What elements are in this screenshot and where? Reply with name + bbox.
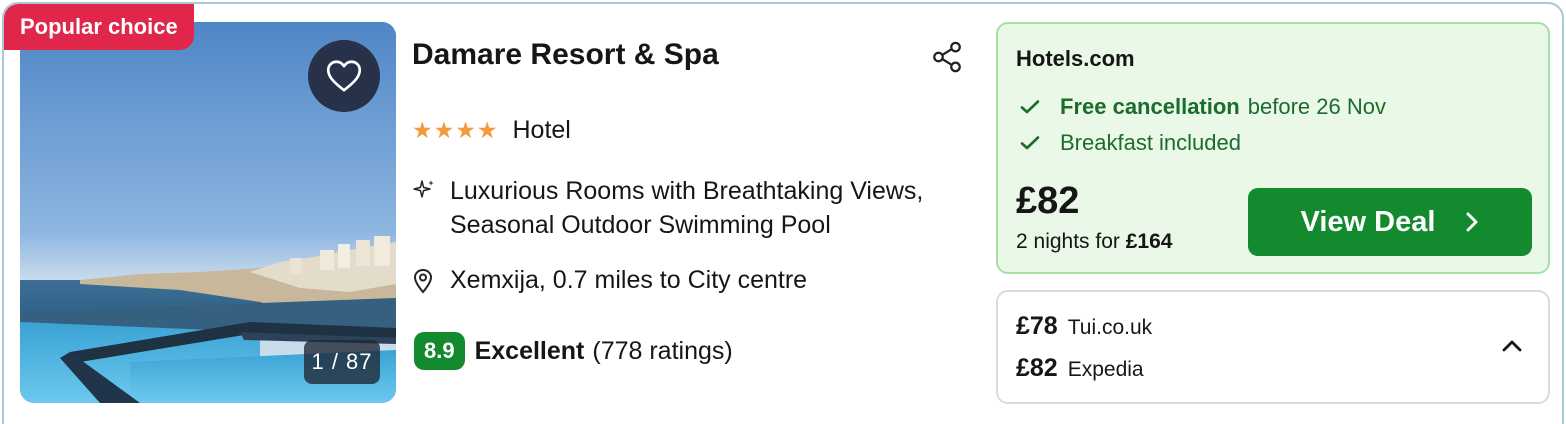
deal-price: £82 [1016, 180, 1080, 222]
perk-text: before 26 Nov [1247, 94, 1386, 119]
heart-icon [326, 60, 362, 92]
hotel-rating-line: ★★★★ Hotel [412, 116, 571, 145]
hotel-name[interactable]: Damare Resort & Spa [412, 38, 719, 72]
hotel-photo[interactable]: 1 / 87 [20, 22, 396, 403]
view-deal-label: View Deal [1300, 205, 1436, 238]
perk-strong: Free cancellation [1060, 94, 1240, 119]
favorite-button[interactable] [308, 40, 380, 112]
perk-text: Breakfast included [1060, 130, 1241, 155]
score-word: Excellent [474, 336, 585, 365]
review-score[interactable]: 8.9 Excellent (778 ratings) [414, 332, 733, 370]
check-icon [1020, 135, 1042, 151]
best-deal-box[interactable]: Hotels.com Free cancellation before 26 N… [996, 22, 1550, 274]
perk-free-cancellation: Free cancellation before 26 Nov [1020, 94, 1386, 120]
star-rating: ★★★★ [412, 117, 499, 143]
score-badge: 8.9 [414, 332, 465, 370]
hotel-location: Xemxija, 0.7 miles to City centre [412, 266, 807, 295]
location-text: Xemxija, 0.7 miles to City centre [450, 266, 808, 294]
other-deal-price: £82 [1016, 354, 1058, 382]
check-icon [1020, 99, 1042, 115]
deal-provider: Hotels.com [1016, 46, 1135, 71]
photo-counter: 1 / 87 [304, 340, 380, 384]
share-icon[interactable] [930, 40, 964, 74]
chevron-up-icon[interactable] [1500, 334, 1524, 358]
feature-text: Luxurious Rooms with Breathtaking Views,… [450, 177, 924, 239]
other-deal-site: Tui.co.uk [1067, 316, 1153, 339]
other-deal-row[interactable]: £82 Expedia [1016, 354, 1144, 383]
perk-breakfast: Breakfast included [1020, 130, 1241, 156]
popular-choice-badge: Popular choice [4, 4, 194, 50]
property-type: Hotel [512, 116, 571, 144]
other-deal-price: £78 [1016, 312, 1058, 340]
other-deals-box[interactable]: £78 Tui.co.uk £82 Expedia [996, 290, 1550, 404]
other-deal-site: Expedia [1067, 358, 1144, 381]
hotel-info: Damare Resort & Spa ★★★★ Hotel Luxurious… [412, 4, 982, 424]
nights-label: 2 nights for [1016, 230, 1120, 253]
hotel-feature: Luxurious Rooms with Breathtaking Views,… [412, 174, 990, 242]
nights-total: £164 [1125, 230, 1173, 253]
sparkle-icon [412, 178, 442, 242]
total-price-line: 2 nights for £164 [1016, 230, 1172, 254]
view-deal-button[interactable]: View Deal [1248, 188, 1532, 256]
ratings-count: (778 ratings) [592, 336, 733, 365]
location-pin-icon [412, 268, 442, 294]
other-deal-row[interactable]: £78 Tui.co.uk [1016, 312, 1152, 341]
chevron-right-icon [1465, 211, 1479, 233]
hotel-card[interactable]: Popular choice 1 / 87 Damare Resort & Sp… [2, 2, 1564, 424]
